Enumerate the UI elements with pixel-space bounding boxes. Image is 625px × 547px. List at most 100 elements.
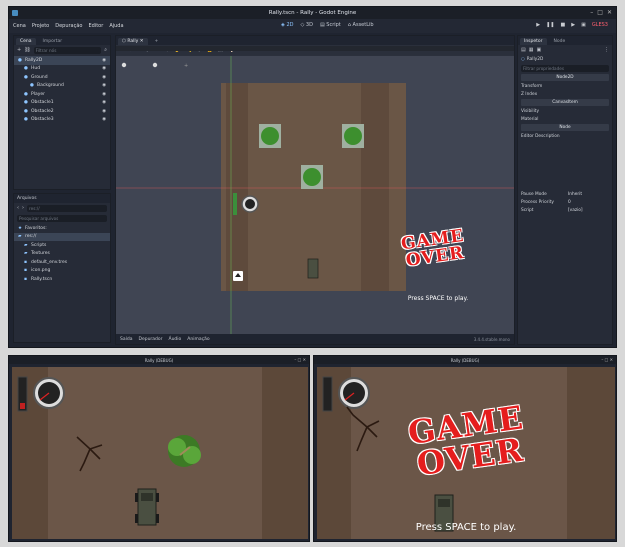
visibility-eye-icon[interactable]: ◉ <box>102 58 106 63</box>
save-resource-icon[interactable]: ▣ <box>536 47 541 53</box>
tab-depurador[interactable]: Depurador <box>138 337 162 342</box>
load-resource-icon[interactable]: ▦ <box>529 47 534 53</box>
visibility-eye-icon[interactable]: ◉ <box>102 109 106 114</box>
forward-icon[interactable]: › <box>22 205 24 211</box>
menu-cena[interactable]: Cena <box>13 23 26 29</box>
menu-ajuda[interactable]: Ajuda <box>109 23 123 29</box>
menu-editor[interactable]: Editor <box>89 23 104 29</box>
file-item-label: Favoritos: <box>25 225 47 231</box>
inspector-section-row[interactable]: Editor Description <box>518 132 612 140</box>
play-scene-icon[interactable]: ▶ <box>571 22 575 28</box>
visibility-eye-icon[interactable]: ◉ <box>102 83 106 88</box>
inspector-section-header[interactable]: Node2D <box>521 74 609 81</box>
tab-audio[interactable]: Áudio <box>169 337 182 342</box>
play-icon[interactable]: ▶ <box>536 22 540 28</box>
canvas-area[interactable]: + GAME OVER Press SPACE to play. <box>116 56 514 335</box>
environment-icon: ▪ <box>24 259 28 265</box>
scene-node-obstacle1[interactable]: ● Obstacle1 ◉ <box>14 99 110 108</box>
press-space-label: Press SPACE to play. <box>407 295 469 302</box>
minimize-icon[interactable]: – <box>590 9 593 16</box>
tab-inspetor[interactable]: Inspetor <box>520 38 547 45</box>
game-canvas-1[interactable] <box>12 367 308 539</box>
editor-description-area[interactable] <box>518 140 612 190</box>
tab-cena[interactable]: Cena <box>16 38 36 45</box>
mode-assetlib-button[interactable]: ⌂ AssetLib <box>348 22 374 28</box>
bottom-panel-tabs: Saída Depurador Áudio Animação 3.4.4.sta… <box>116 334 514 344</box>
visibility-eye-icon[interactable]: ◉ <box>102 66 106 71</box>
history-icon[interactable]: ⋮ <box>604 47 609 53</box>
inspector-property[interactable]: Pause Mode Inherit <box>518 190 612 198</box>
back-icon[interactable]: ‹ <box>17 205 19 211</box>
stop-icon[interactable]: ■ <box>560 22 565 28</box>
link-icon[interactable]: ⛓ <box>24 47 30 53</box>
mode-2d-button[interactable]: ◈ 2D <box>281 22 293 28</box>
tab-rally-scene[interactable]: ⬡ Rally ✕ <box>118 38 148 45</box>
tab-node[interactable]: Node <box>550 38 570 45</box>
close-icon[interactable]: – □ ✕ <box>601 357 613 362</box>
menu-depuracao[interactable]: Depuração <box>55 23 82 29</box>
file-item[interactable]: ★ Favoritos: <box>14 224 110 233</box>
file-item[interactable]: ▰ Scripts <box>14 241 110 250</box>
scene-node-hud[interactable]: ● Hud ◉ <box>14 65 110 74</box>
scene-canvas: + <box>116 56 514 335</box>
file-item[interactable]: ▪ icon.png <box>14 267 110 276</box>
game-canvas-2[interactable]: GAME OVER Press SPACE to play. <box>317 367 615 539</box>
mode-3d-button[interactable]: ◇ 3D <box>300 22 312 28</box>
visibility-eye-icon[interactable]: ◉ <box>102 75 106 80</box>
game-scene-1 <box>12 367 308 539</box>
file-item[interactable]: ▪ default_env.tres <box>14 258 110 267</box>
visibility-eye-icon[interactable]: ◉ <box>102 100 106 105</box>
inspector-section-row[interactable]: Material <box>518 115 612 123</box>
file-item[interactable]: ▪ Rally.tscn <box>14 275 110 284</box>
pause-icon[interactable]: ❚❚ <box>546 22 554 28</box>
inspector-section-row[interactable]: Z Index <box>518 90 612 98</box>
inspector-property[interactable]: Script [vazio] <box>518 206 612 214</box>
menubar: Cena Projeto Depuração Editor Ajuda ◈ 2D… <box>9 19 616 33</box>
filter-properties-input[interactable]: Filtrar propriedades <box>521 64 609 72</box>
path-field[interactable]: res:// <box>27 204 107 212</box>
new-resource-icon[interactable]: ▤ <box>521 47 526 53</box>
inspector-section-row[interactable]: Visibility <box>518 107 612 115</box>
image-icon: ▪ <box>24 268 28 274</box>
press-space-label: Press SPACE to play. <box>415 522 517 533</box>
property-value[interactable]: Inherit <box>568 192 582 197</box>
search-files-input[interactable]: Pesquisar arquivos <box>17 214 107 222</box>
file-item[interactable]: ▰ Textures <box>14 250 110 259</box>
property-value[interactable]: [vazio] <box>568 208 583 213</box>
scene-node-player[interactable]: ● Player ◉ <box>14 90 110 99</box>
add-node-icon[interactable]: + <box>17 47 21 53</box>
tab-saida[interactable]: Saída <box>120 337 132 342</box>
tab-importar[interactable]: Importar <box>39 38 67 45</box>
inspector-property[interactable]: Process Priority 0 <box>518 198 612 206</box>
close-icon[interactable]: – □ ✕ <box>294 357 306 362</box>
game-window-1: Rally (DEBUG) – □ ✕ <box>8 355 310 542</box>
file-item[interactable]: ▰ res:// <box>14 232 110 241</box>
inspector-props: Pause Mode Inherit Process Priority 0 Script… <box>518 190 612 214</box>
scene-node-background[interactable]: ● Background ◉ <box>14 82 110 91</box>
add-tab-icon[interactable]: + <box>151 38 163 45</box>
scene-node-obstacle2[interactable]: ● Obstacle2 ◉ <box>14 107 110 116</box>
scene-node-obstacle3[interactable]: ● Obstacle3 ◉ <box>14 116 110 125</box>
property-value[interactable]: 0 <box>568 200 571 205</box>
play-custom-icon[interactable]: ▣ <box>581 22 586 28</box>
tab-animacao[interactable]: Animação <box>187 337 209 342</box>
scene-node-rally2d[interactable]: ● Rally2D ◉ <box>14 56 110 65</box>
scene-node-ground[interactable]: ● Ground ◉ <box>14 73 110 82</box>
godot-logo-icon <box>12 10 18 16</box>
menu-projeto[interactable]: Projeto <box>32 23 49 29</box>
search-icon[interactable]: ⌕ <box>104 47 107 53</box>
game-window-1-title: Rally (DEBUG) <box>144 357 174 363</box>
visibility-eye-icon[interactable]: ◉ <box>102 92 106 97</box>
visibility-eye-icon[interactable]: ◉ <box>102 117 106 122</box>
maximize-icon[interactable]: □ <box>597 9 603 16</box>
fuel-bar <box>322 376 333 412</box>
renderer-selector[interactable]: GLES3 <box>592 22 608 28</box>
close-icon[interactable]: ✕ <box>607 9 612 16</box>
inspector-section-header[interactable]: CanvasItem <box>521 99 609 106</box>
filter-nodes-input[interactable]: Filtrar nós <box>33 46 102 54</box>
inspector-section-header[interactable]: Node <box>521 124 609 131</box>
inspector-section-row[interactable]: Transform <box>518 82 612 90</box>
godot-editor-window: Rally.tscn - Rally - Godot Engine – □ ✕ … <box>8 6 617 348</box>
mode-script-button[interactable]: ▤ Script <box>320 22 341 28</box>
canvaslayer-icon: ● <box>24 66 28 72</box>
